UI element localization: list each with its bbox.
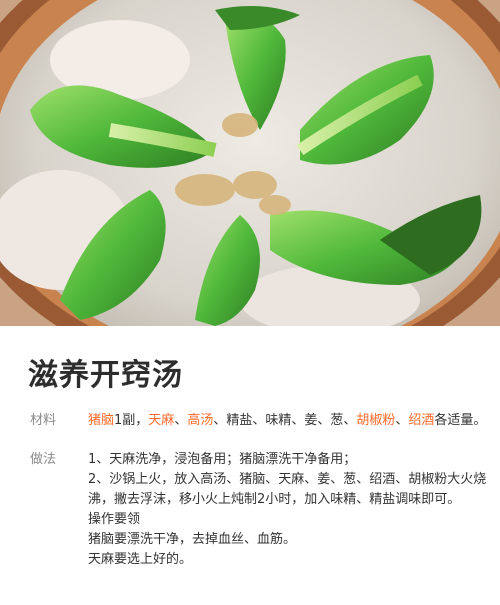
method-line: 1、天麻洗净，浸泡备用；猪脑漂洗干净备用； [88,452,357,467]
method-steps: 1、天麻洗净，浸泡备用；猪脑漂洗干净备用； 2、沙锅上火，放入高汤、猪脑、天麻、姜… [88,450,496,570]
method-line: 天麻要选上好的。 [88,552,193,567]
soup-pot-image [0,0,500,326]
method-label: 做法 [30,452,57,467]
method-line: 2、沙锅上火，放入高汤、猪脑、天麻、姜、葱、绍酒、胡椒粉大火烧 [88,472,487,487]
materials-list: 猪脑1副，天麻、高汤、精盐、味精、姜、葱、胡椒粉、绍酒各适量。 [88,411,496,431]
ingredient-link[interactable]: 天麻 [148,413,174,428]
ingredient-text: 、 [395,413,409,428]
ingredient-text: 、 [174,413,188,428]
ingredient-link[interactable]: 猪脑 [88,413,114,428]
materials-label: 材料 [30,413,57,428]
ingredient-link[interactable]: 胡椒粉 [356,413,395,428]
recipe-title: 滋养开窍汤 [28,358,183,393]
recipe-photo [0,0,500,326]
ingredient-link[interactable]: 高汤 [187,413,213,428]
ingredient-text: 各适量。 [434,413,487,428]
ingredient-text: 1副， [114,413,149,428]
method-line: 操作要领 [88,512,141,527]
ingredient-text: 、精盐、味精、姜、葱、 [213,413,357,428]
method-line: 沸，撇去浮沫，移小火上炖制2小时，加入味精、精盐调味即可。 [88,492,461,507]
method-line: 猪脑要漂洗干净，去掉血丝、血筋。 [88,532,297,547]
ingredient-link[interactable]: 绍酒 [408,413,434,428]
